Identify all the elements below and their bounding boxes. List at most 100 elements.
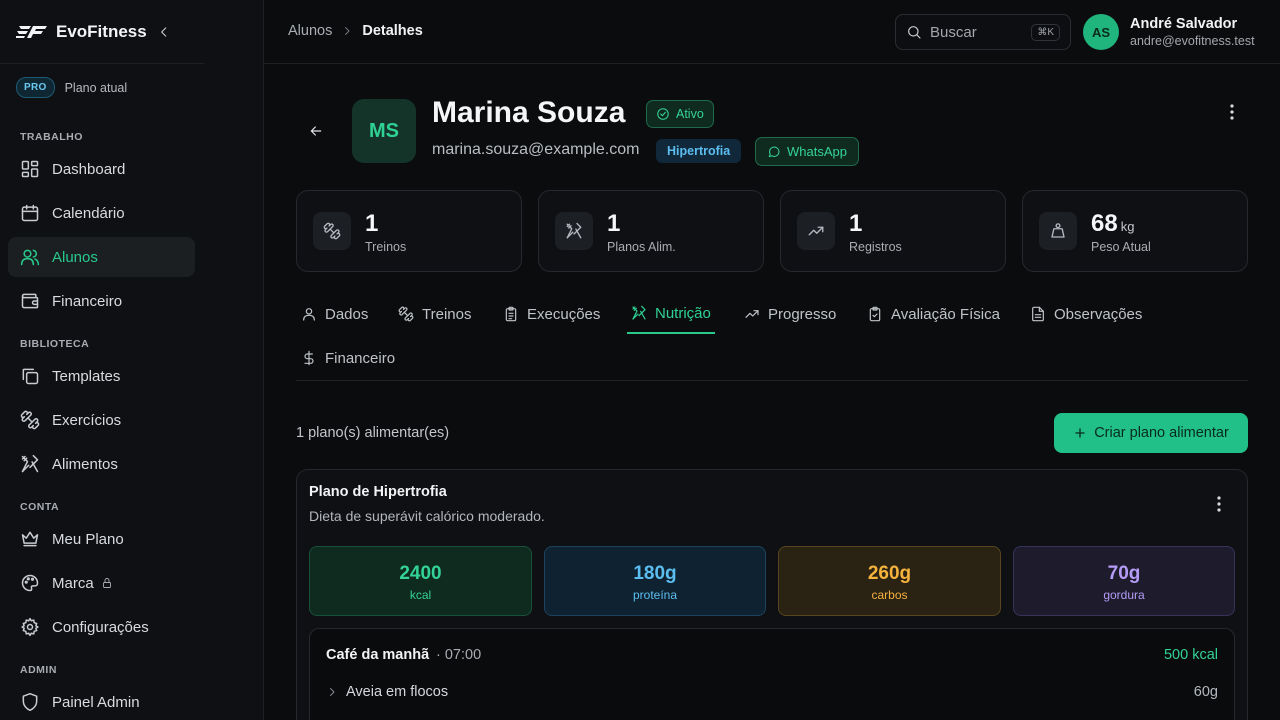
stat-label: Registros	[849, 240, 902, 254]
whatsapp-button[interactable]: WhatsApp	[755, 137, 859, 166]
food-name: Aveia em flocos	[346, 684, 449, 700]
stat-value: 1	[365, 210, 379, 237]
file-text-icon	[1030, 306, 1054, 322]
app-name: EvoFitness	[56, 22, 147, 41]
stat-card-workouts: 1 Treinos	[296, 190, 522, 272]
create-meal-plan-label: Criar plano alimentar	[1094, 425, 1229, 441]
stat-card-meal-plans: 1 Planos Alim.	[538, 190, 764, 272]
sidebar-item-settings[interactable]: Configurações	[8, 607, 195, 647]
trending-up-icon	[797, 212, 835, 250]
lock-icon	[101, 577, 113, 589]
tab-label: Nutrição	[655, 304, 711, 322]
macro-value: 70g	[1107, 563, 1141, 584]
tab-label: Execuções	[527, 305, 601, 323]
plan-options-button[interactable]	[1211, 495, 1227, 513]
section-label-library: BIBLIOTECA	[20, 338, 90, 350]
tab-executions[interactable]: Execuções	[499, 294, 604, 334]
dollar-sign-icon	[301, 350, 325, 366]
plus-icon	[1073, 426, 1094, 440]
macro-fat: 70g gordura	[1013, 546, 1235, 616]
tab-finance[interactable]: Financeiro	[297, 338, 399, 378]
divider	[296, 380, 1248, 381]
sidebar-item-exercises[interactable]: Exercícios	[8, 400, 195, 440]
sidebar-item-my-plan[interactable]: Meu Plano	[8, 519, 195, 559]
more-options-button[interactable]	[1224, 103, 1240, 121]
sidebar-item-finance[interactable]: Financeiro	[8, 281, 195, 321]
back-button[interactable]	[304, 120, 328, 142]
macro-label: gordura	[1103, 588, 1145, 602]
section-label-account: CONTA	[20, 501, 60, 513]
stat-card-weight: 68 kg Peso Atual	[1022, 190, 1248, 272]
stat-label: Peso Atual	[1091, 240, 1151, 254]
tab-notes[interactable]: Observações	[1026, 294, 1146, 334]
tab-label: Observações	[1054, 305, 1143, 323]
student-avatar: MS	[352, 99, 416, 163]
wallet-icon	[20, 291, 40, 311]
plans-count: 1 plano(s) alimentar(es)	[296, 425, 450, 441]
weight-icon	[1039, 212, 1077, 250]
palette-icon	[20, 573, 40, 593]
arrow-left-icon	[308, 123, 324, 139]
tab-nutrition[interactable]: Nutrição	[627, 294, 715, 334]
dumbbell-icon	[398, 306, 422, 322]
tab-label: Progresso	[768, 305, 837, 323]
sidebar-item-brand[interactable]: Marca	[8, 563, 195, 603]
tab-physical-assessment[interactable]: Avaliação Física	[863, 294, 1004, 334]
message-circle-icon	[767, 145, 787, 159]
section-label-admin: ADMIN	[20, 664, 57, 676]
sidebar-item-label: Templates	[52, 367, 121, 385]
stat-label: Treinos	[365, 240, 407, 254]
search-input[interactable]: Buscar ⌘K	[895, 14, 1071, 50]
plan-label: Plano atual	[64, 80, 128, 95]
chevron-left-icon[interactable]	[157, 25, 171, 39]
sidebar-item-label: Calendário	[52, 204, 125, 222]
sidebar-item-foods[interactable]: Alimentos	[8, 444, 195, 484]
stat-value: 1	[849, 210, 863, 237]
tab-label: Avaliação Física	[891, 305, 1000, 323]
sidebar-item-label: Financeiro	[52, 292, 123, 310]
user-menu[interactable]: AS André Salvador andre@evofitness.test	[1083, 14, 1255, 50]
sidebar-item-label: Alimentos	[52, 455, 118, 473]
macro-value: 2400	[399, 563, 442, 584]
brand[interactable]: EvoFitness	[16, 20, 246, 44]
breadcrumb-link-students[interactable]: Alunos	[288, 23, 332, 39]
tab-workouts[interactable]: Treinos	[394, 294, 475, 334]
food-quantity: 60g	[1193, 684, 1218, 700]
calendar-icon	[20, 203, 40, 223]
user-name: André Salvador	[1130, 16, 1238, 32]
meal-time: · 07:00	[436, 647, 482, 663]
macro-label: proteína	[632, 588, 678, 602]
dumbbell-icon	[20, 410, 40, 430]
macro-protein: 180g proteína	[544, 546, 766, 616]
user-icon	[301, 306, 325, 322]
stat-card-records: 1 Registros	[780, 190, 1006, 272]
plan-badge: PRO	[16, 77, 55, 98]
section-label-work: TRABALHO	[20, 131, 83, 143]
macro-calories: 2400 kcal	[309, 546, 532, 616]
tab-label: Dados	[325, 305, 369, 323]
sidebar-item-admin-panel[interactable]: Painel Admin	[8, 682, 195, 720]
macro-value: 180g	[633, 563, 677, 584]
macro-label: kcal	[409, 588, 432, 602]
tab-data[interactable]: Dados	[297, 294, 372, 334]
current-plan[interactable]: PRO Plano atual	[16, 77, 127, 98]
check-circle-icon	[656, 107, 676, 121]
sidebar-item-label: Marca	[52, 574, 94, 592]
sidebar-item-students[interactable]: Alunos	[8, 237, 195, 277]
create-meal-plan-button[interactable]: Criar plano alimentar	[1054, 413, 1248, 453]
sidebar-item-calendar[interactable]: Calendário	[8, 193, 195, 233]
macro-carbs: 260g carbos	[778, 546, 1001, 616]
sidebar-item-dashboard[interactable]: Dashboard	[8, 149, 195, 189]
sidebar-item-templates[interactable]: Templates	[8, 356, 195, 396]
status-label: Ativo	[676, 107, 704, 121]
shield-icon	[20, 692, 40, 712]
food-item[interactable]: Aveia em flocos 60g	[326, 682, 1218, 702]
goal-badge: Hipertrofia	[656, 139, 742, 163]
trending-up-icon	[744, 306, 768, 322]
clipboard-list-icon	[503, 306, 527, 322]
stat-unit: kg	[1120, 219, 1135, 234]
dashboard-icon	[20, 159, 40, 179]
sidebar-item-label: Alunos	[52, 248, 98, 266]
chevron-right-icon	[326, 686, 338, 698]
tab-progress[interactable]: Progresso	[740, 294, 840, 334]
